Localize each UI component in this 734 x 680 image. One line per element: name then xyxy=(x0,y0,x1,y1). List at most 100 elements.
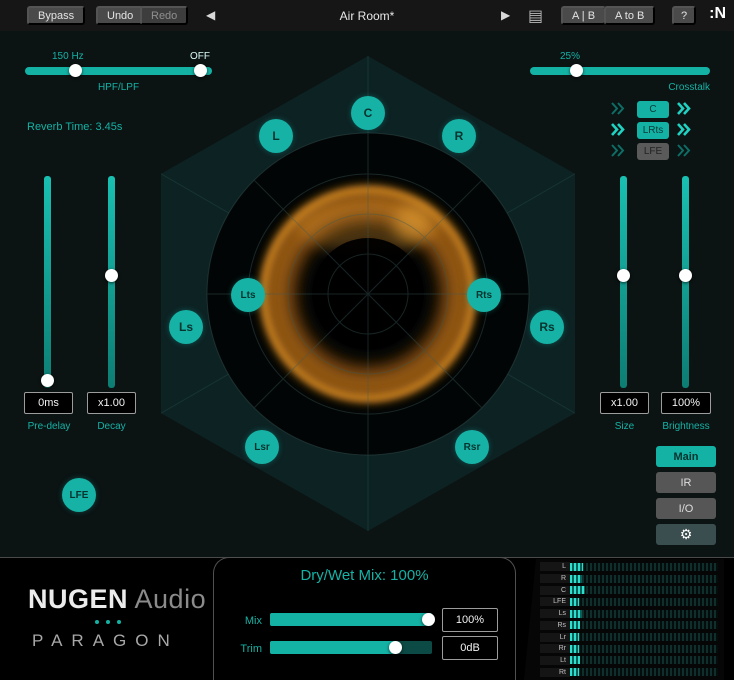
meter-bar xyxy=(570,574,718,583)
reverb-time-readout: Reverb Time: 3.45s xyxy=(27,121,123,133)
meter-row: Rs xyxy=(540,620,718,632)
mix-slider-handle[interactable] xyxy=(422,613,435,626)
predelay-slider-handle[interactable] xyxy=(41,374,54,387)
channel-node-rs[interactable]: Rs xyxy=(530,310,564,344)
view-io-button[interactable]: I/O xyxy=(656,498,716,519)
meter-label: L xyxy=(540,562,570,572)
paragon-plugin-window: Air Room* Bypass Undo Redo ◀ ▶ ▤ A | B A… xyxy=(0,0,734,680)
gear-icon: ⚙ xyxy=(679,526,693,542)
bypass-button[interactable]: Bypass xyxy=(27,6,86,25)
decay-value-box[interactable]: x1.00 xyxy=(87,392,136,414)
brightness-slider-track[interactable] xyxy=(682,176,689,388)
product-name: PARAGON xyxy=(32,631,179,650)
routing-out-lrts-icon[interactable] xyxy=(676,122,691,137)
hpf-value-label: 150 Hz xyxy=(52,51,84,62)
size-slider-track[interactable] xyxy=(620,176,627,388)
undo-button[interactable]: Undo xyxy=(96,6,145,25)
decay-slider-handle[interactable] xyxy=(105,269,118,282)
meter-row: Lt xyxy=(540,655,718,667)
predelay-value-box[interactable]: 0ms xyxy=(24,392,73,414)
meter-row: R xyxy=(540,573,718,585)
meter-label: C xyxy=(540,585,570,595)
meter-row: Ls xyxy=(540,608,718,620)
mix-value-box[interactable]: 100% xyxy=(442,608,498,632)
meter-row: Rr xyxy=(540,643,718,655)
ab-compare-button[interactable]: A | B xyxy=(561,6,607,25)
trim-slider-handle[interactable] xyxy=(389,641,402,654)
nugen-logo-icon: :N xyxy=(709,5,726,22)
crosstalk-label: Crosstalk xyxy=(668,82,710,93)
trim-slider-fill xyxy=(270,641,396,654)
trim-label: Trim xyxy=(240,643,262,655)
mix-slider-track[interactable] xyxy=(270,613,432,626)
channel-node-rts[interactable]: Rts xyxy=(467,278,501,312)
mix-label: Mix xyxy=(244,615,262,627)
brightness-value-box[interactable]: 100% xyxy=(661,392,711,414)
meter-label: Lt xyxy=(540,655,570,665)
brightness-label: Brightness xyxy=(662,421,710,432)
routing-out-c-icon[interactable] xyxy=(676,101,691,116)
brand-nugen: NUGEN xyxy=(28,584,129,614)
meter-row: Lr xyxy=(540,631,718,643)
routing-c-button[interactable]: C xyxy=(637,101,669,118)
view-main-button[interactable]: Main xyxy=(656,446,716,467)
trim-slider-track[interactable] xyxy=(270,641,432,654)
channel-node-lsr[interactable]: Lsr xyxy=(245,430,279,464)
routing-lrts-button[interactable]: LRts xyxy=(637,122,669,139)
meter-row: Rt xyxy=(540,666,718,678)
channel-node-rsr[interactable]: Rsr xyxy=(455,430,489,464)
predelay-slider-track[interactable] xyxy=(44,176,51,388)
redo-button[interactable]: Redo xyxy=(140,6,189,25)
routing-in-lfe-icon[interactable] xyxy=(610,143,625,158)
meter-bar xyxy=(570,633,718,642)
drywet-readout: Dry/Wet Mix: 100% xyxy=(300,567,429,584)
meter-label: Rr xyxy=(540,644,570,654)
decay-slider-track[interactable] xyxy=(108,176,115,388)
meter-row: L xyxy=(540,561,718,573)
meter-bar xyxy=(570,586,718,595)
routing-lfe-button[interactable]: LFE xyxy=(637,143,669,160)
meter-bar xyxy=(570,609,718,618)
channel-node-l[interactable]: L xyxy=(259,119,293,153)
top-toolbar: Air Room* Bypass Undo Redo ◀ ▶ ▤ A | B A… xyxy=(0,0,734,31)
size-slider-handle[interactable] xyxy=(617,269,630,282)
meter-label: Ls xyxy=(540,609,570,619)
mix-slider-fill xyxy=(270,613,432,626)
size-label: Size xyxy=(614,421,635,432)
size-value-box[interactable]: x1.00 xyxy=(600,392,649,414)
routing-in-lrts-icon[interactable] xyxy=(610,122,625,137)
channel-node-ls[interactable]: Ls xyxy=(169,310,203,344)
brand-audio: Audio xyxy=(134,584,207,614)
view-ir-button[interactable]: IR xyxy=(656,472,716,493)
brand-dots-icon xyxy=(95,620,121,624)
channel-node-lts[interactable]: Lts xyxy=(231,278,265,312)
meter-row: LFE xyxy=(540,596,718,608)
channel-node-c[interactable]: C xyxy=(351,96,385,130)
channel-meters: L R C LFE Ls Rs Lr Rr Lt Rt xyxy=(524,559,724,680)
meter-bar xyxy=(570,668,718,677)
help-button[interactable]: ? xyxy=(672,6,697,25)
trim-value-box[interactable]: 0dB xyxy=(442,636,498,660)
meter-label: LFE xyxy=(540,597,570,607)
brightness-slider-handle[interactable] xyxy=(679,269,692,282)
meter-bar xyxy=(570,562,718,571)
routing-out-lfe-icon[interactable] xyxy=(676,143,691,158)
routing-in-c-icon[interactable] xyxy=(610,101,625,116)
meter-label: Rt xyxy=(540,667,570,677)
preset-prev-icon[interactable]: ◀ xyxy=(206,8,215,22)
preset-list-icon[interactable]: ▤ xyxy=(528,6,543,26)
meter-label: R xyxy=(540,574,570,584)
meter-bar xyxy=(570,644,718,653)
meter-label: Lr xyxy=(540,632,570,642)
channel-node-lfe[interactable]: LFE xyxy=(62,478,96,512)
settings-gear-button[interactable]: ⚙ xyxy=(656,524,716,545)
brand-logo: NUGEN Audio xyxy=(28,584,206,615)
channel-node-r[interactable]: R xyxy=(442,119,476,153)
predelay-label: Pre-delay xyxy=(27,421,71,432)
hpf-slider-handle[interactable] xyxy=(69,64,82,77)
preset-next-icon[interactable]: ▶ xyxy=(501,8,510,22)
meter-bar xyxy=(570,656,718,665)
decay-label: Decay xyxy=(97,421,126,432)
a-to-b-button[interactable]: A to B xyxy=(604,6,656,25)
meter-bar xyxy=(570,621,718,630)
